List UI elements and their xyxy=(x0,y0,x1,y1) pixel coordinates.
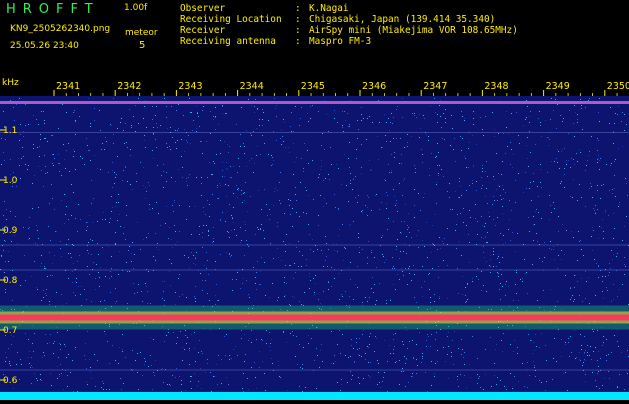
mode-value: 5 xyxy=(139,40,146,51)
date-time: 25.05.26 23:40 xyxy=(10,41,79,51)
x-tick-label: 2342 xyxy=(117,81,141,92)
spectrogram-panel: kHz 2341 2342 2343 2344 2345 2346 2347 2348 2349 2… xyxy=(0,76,629,400)
bottom-strip xyxy=(0,392,629,400)
info-row: Receiving antenna: Maspro FM-3 xyxy=(180,36,372,47)
header: HROFFT 1.00f KN9_2505262340.png meteor 5… xyxy=(0,0,629,76)
x-tick-label: 2345 xyxy=(301,81,325,92)
file-name: KN9_2505262340.png xyxy=(10,24,111,34)
y-tick-label: 0.9 xyxy=(3,226,18,236)
top-carrier-line xyxy=(0,101,629,104)
spectrogram-background xyxy=(0,76,629,400)
info-row: Observer: K.Nagai xyxy=(180,3,349,14)
y-axis-label: kHz xyxy=(2,78,19,88)
x-tick-label: 2349 xyxy=(546,81,570,92)
info-panel: Observer: K.Nagai Receiving Location: Ch… xyxy=(180,3,518,47)
y-tick-label: 0.6 xyxy=(3,376,18,386)
app-title: HROFFT xyxy=(6,2,100,17)
x-tick-label: 2344 xyxy=(240,81,264,92)
y-tick-label: 0.8 xyxy=(3,276,18,286)
info-key: Receiving Location xyxy=(180,14,282,25)
info-value: Chigasaki, Japan (139.414 35.340) xyxy=(309,14,496,25)
x-tick-label: 2350 xyxy=(607,81,629,92)
spectrogram: kHz 2341 2342 2343 2344 2345 2346 2347 2348 2349 2… xyxy=(0,76,629,400)
info-value: Maspro FM-3 xyxy=(309,36,372,47)
x-tick-label: 2346 xyxy=(362,81,386,92)
x-tick-label: 2347 xyxy=(423,81,447,92)
info-key: Receiver xyxy=(180,25,226,36)
info-value: AirSpy mini (Miakejima VOR 108.65MHz) xyxy=(309,25,518,36)
x-tick-label: 2343 xyxy=(178,81,202,92)
y-tick-label: 0.7 xyxy=(3,326,17,336)
x-tick-label: 2348 xyxy=(484,81,508,92)
info-row: Receiving Location: Chigasaki, Japan (13… xyxy=(180,14,496,25)
y-tick-label: 1.1 xyxy=(3,126,17,136)
version-label: 1.00f xyxy=(124,3,148,13)
y-tick-label: 1.0 xyxy=(3,176,18,186)
info-row: Receiver: AirSpy mini (Miakejima VOR 108… xyxy=(180,25,518,36)
info-key: Observer xyxy=(180,3,226,14)
info-value: K.Nagai xyxy=(309,3,349,14)
carrier-band-core xyxy=(0,314,629,321)
info-key: Receiving antenna xyxy=(180,36,276,47)
mode-label: meteor xyxy=(125,28,158,38)
x-tick-label: 2341 xyxy=(56,81,80,92)
